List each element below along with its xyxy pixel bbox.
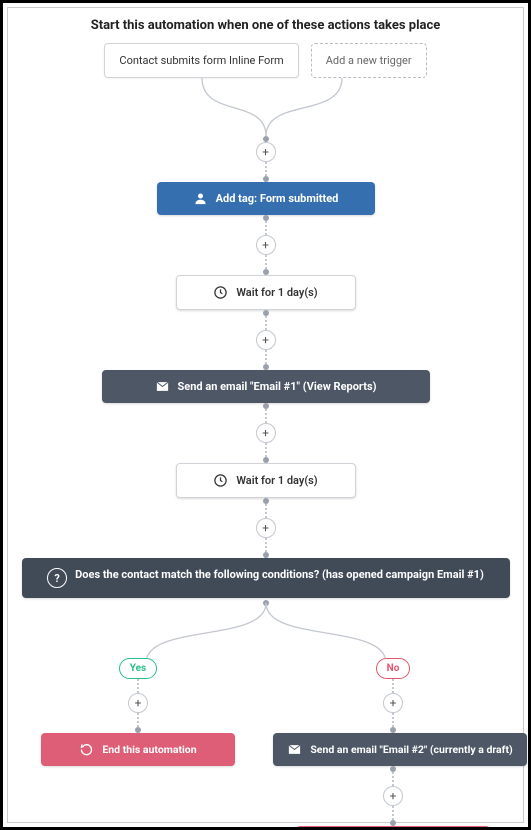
node-label: Does the contact match the following con…: [75, 568, 484, 583]
connector-line: [392, 806, 394, 820]
action-send-email-1[interactable]: Send an email "Email #1" (View Reports): [102, 370, 430, 403]
add-trigger-button[interactable]: Add a new trigger: [311, 43, 427, 78]
user-icon: [193, 191, 208, 206]
add-step-button[interactable]: +: [128, 693, 148, 713]
connector-line: [265, 443, 267, 457]
add-step-button[interactable]: +: [256, 518, 276, 538]
action-end-automation-yes[interactable]: End this automation: [41, 733, 235, 766]
action-end-automation-no[interactable]: End this automation: [296, 826, 490, 830]
branch-yes-label[interactable]: Yes: [119, 658, 157, 679]
add-step-button[interactable]: +: [256, 330, 276, 350]
node-label: Wait for 1 day(s): [236, 286, 317, 299]
connector-line: [265, 162, 267, 176]
end-icon: [79, 742, 94, 757]
trigger-existing[interactable]: Contact submits form Inline Form: [104, 43, 298, 78]
add-step-button[interactable]: +: [383, 693, 403, 713]
add-step-button[interactable]: +: [256, 423, 276, 443]
node-label: Send an email "Email #1" (View Reports): [178, 380, 377, 393]
connector-line: [265, 504, 267, 518]
question-icon: ?: [47, 568, 67, 588]
connector-line: [265, 221, 267, 235]
node-label: Send an email "Email #2" (currently a dr…: [310, 743, 512, 756]
branch-no-label[interactable]: No: [376, 658, 411, 679]
envelope-icon: [155, 379, 170, 394]
connector-line: [392, 772, 394, 786]
connector-line: [265, 255, 267, 269]
add-step-button[interactable]: +: [256, 235, 276, 255]
node-label: Wait for 1 day(s): [236, 474, 317, 487]
connector-line: [137, 679, 139, 693]
action-wait-1[interactable]: Wait for 1 day(s): [176, 275, 356, 310]
add-step-button[interactable]: +: [383, 786, 403, 806]
connector-line: [265, 409, 267, 423]
action-add-tag[interactable]: Add tag: Form submitted: [157, 182, 375, 215]
action-wait-2[interactable]: Wait for 1 day(s): [176, 463, 356, 498]
action-send-email-2[interactable]: Send an email "Email #2" (currently a dr…: [273, 733, 527, 766]
connector-line: [137, 713, 139, 727]
merge-connector: [116, 78, 416, 136]
page-title: Start this automation when one of these …: [18, 18, 513, 33]
connector-line: [265, 316, 267, 330]
connector-line: [265, 350, 267, 364]
connector-line: [392, 713, 394, 727]
condition-node[interactable]: ? Does the contact match the following c…: [22, 558, 510, 598]
connector-line: [392, 679, 394, 693]
clock-icon: [213, 473, 228, 488]
node-label: End this automation: [102, 743, 196, 756]
clock-icon: [213, 285, 228, 300]
connector-line: [265, 538, 267, 552]
envelope-icon: [287, 742, 302, 757]
add-step-button[interactable]: +: [256, 142, 276, 162]
node-label: Add tag: Form submitted: [216, 192, 339, 205]
